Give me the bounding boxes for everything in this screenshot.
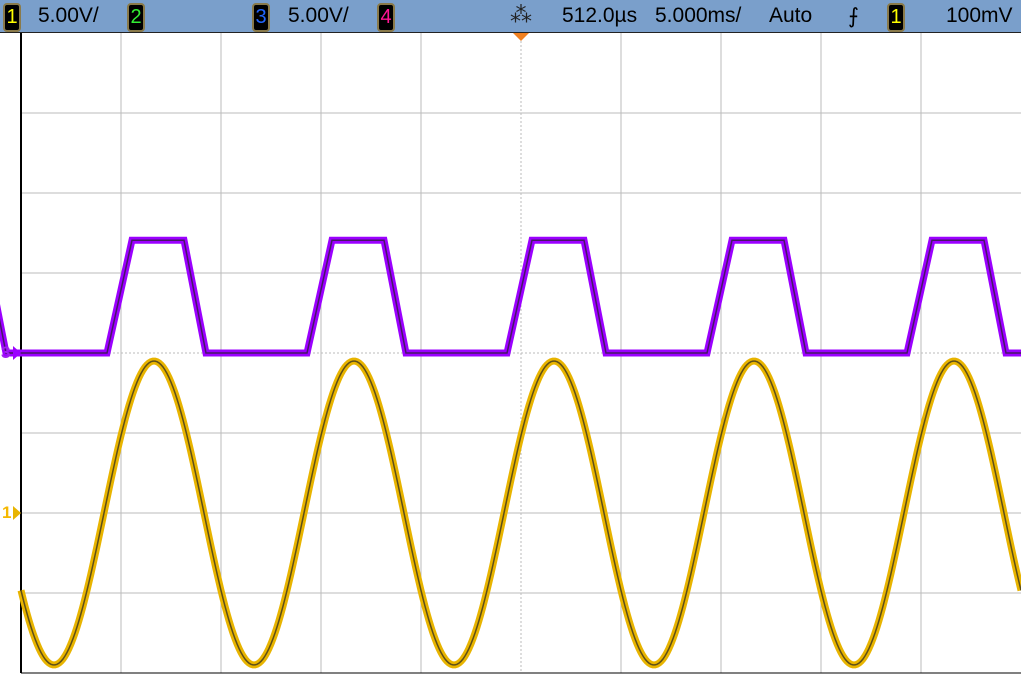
trace-core-channel-3 [0, 239, 1021, 354]
waveform-display [0, 33, 1021, 674]
ground-arrow-channel-1 [13, 506, 21, 520]
trigger-position-marker [513, 33, 529, 41]
ch1-ground-marker[interactable]: 1 [2, 503, 11, 523]
ground-arrow-channel-3 [13, 346, 21, 360]
ch3-ground-marker[interactable]: 3 [1, 343, 10, 363]
